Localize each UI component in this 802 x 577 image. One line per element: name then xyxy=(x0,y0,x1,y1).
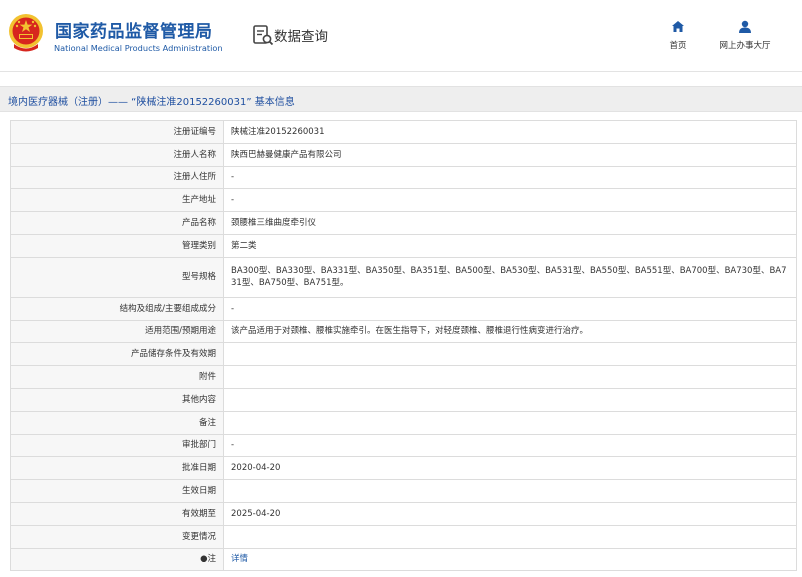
row-value: 陕西巴赫曼健康产品有限公司 xyxy=(223,142,797,167)
table-row: 注册人名称 陕西巴赫曼健康产品有限公司 xyxy=(10,142,797,167)
home-icon xyxy=(672,21,684,32)
table-row: 注册人住所 - xyxy=(10,165,797,190)
table-row: 备注 xyxy=(10,410,797,435)
site-name-cn: 国家药品监督管理局 xyxy=(55,22,213,42)
row-label: 适用范围/预期用途 xyxy=(10,319,224,344)
user-icon xyxy=(739,20,751,33)
nav-home-button[interactable]: 首页 xyxy=(664,20,692,51)
row-label: 备注 xyxy=(10,410,224,435)
national-emblem-icon xyxy=(9,14,43,52)
details-link[interactable]: 详情 xyxy=(231,554,248,564)
row-label: 附件 xyxy=(10,365,224,389)
row-value: 陕械注准20152260031 xyxy=(223,120,797,144)
table-row: 生效日期 xyxy=(10,479,797,503)
row-value xyxy=(223,387,797,412)
row-label: 审批部门 xyxy=(10,433,224,458)
row-value: 详情 xyxy=(223,547,797,572)
row-value xyxy=(223,479,797,503)
row-label: 生效日期 xyxy=(10,479,224,503)
row-value: 第二类 xyxy=(223,233,797,258)
row-label: 生产地址 xyxy=(10,188,224,213)
row-value: 2020-04-20 xyxy=(223,456,797,481)
row-value: - xyxy=(223,296,797,321)
row-value xyxy=(223,410,797,435)
nav-home-label: 首页 xyxy=(669,41,687,51)
row-label: 管理类别 xyxy=(10,233,224,258)
table-row: 审批部门 - xyxy=(10,433,797,458)
row-label: 产品储存条件及有效期 xyxy=(10,342,224,367)
row-label: 有效期至 xyxy=(10,501,224,526)
nav-service-hall-button[interactable]: 网上办事大厅 xyxy=(712,20,778,51)
row-label: 注册证编号 xyxy=(10,120,224,144)
table-row: 结构及组成/主要组成成分 - xyxy=(10,296,797,321)
table-row: 批准日期 2020-04-20 xyxy=(10,456,797,481)
table-row: 其他内容 xyxy=(10,387,797,412)
table-row: 型号规格 BA300型、BA330型、BA331型、BA350型、BA351型、B… xyxy=(10,256,797,298)
row-label: 型号规格 xyxy=(10,256,224,298)
table-row: ●注 详情 xyxy=(10,547,797,572)
table-row: 产品名称 颈腰椎三维曲度牵引仪 xyxy=(10,211,797,235)
site-header: 国家药品监督管理局 National Medical Products Admi… xyxy=(0,0,802,72)
page-title-bar: 境内医疗器械（注册）—— “陕械注准20152260031” 基本信息 xyxy=(0,86,802,112)
table-row: 生产地址 - xyxy=(10,188,797,213)
row-value: 2025-04-20 xyxy=(223,501,797,526)
row-label: 变更情况 xyxy=(10,524,224,549)
site-name-en: National Medical Products Administration xyxy=(54,43,223,53)
row-value: 该产品适用于对颈椎、腰椎实施牵引。在医生指导下，对轻度颈椎、腰椎退行性病变进行治… xyxy=(223,319,797,344)
document-search-icon xyxy=(253,25,274,46)
row-value: - xyxy=(223,433,797,458)
row-value: BA300型、BA330型、BA331型、BA350型、BA351型、BA500… xyxy=(223,256,797,298)
table-row: 管理类别 第二类 xyxy=(10,233,797,258)
query-title: 数据查询 xyxy=(274,29,328,45)
row-label: ●注 xyxy=(10,547,224,572)
row-label: 批准日期 xyxy=(10,456,224,481)
table-row: 适用范围/预期用途 该产品适用于对颈椎、腰椎实施牵引。在医生指导下，对轻度颈椎、腰… xyxy=(10,319,797,344)
row-label: 产品名称 xyxy=(10,211,224,235)
row-label: 结构及组成/主要组成成分 xyxy=(10,296,224,321)
row-value: - xyxy=(223,188,797,213)
row-label: 注册人住所 xyxy=(10,165,224,190)
registration-info-table: 注册证编号 陕械注准20152260031 注册人名称 陕西巴赫曼健康产品有限公司 注册… xyxy=(10,120,797,572)
table-row: 有效期至 2025-04-20 xyxy=(10,501,797,526)
row-value: - xyxy=(223,165,797,190)
row-value xyxy=(223,524,797,549)
row-label: 其他内容 xyxy=(10,387,224,412)
page-title: 境内医疗器械（注册）—— “陕械注准20152260031” 基本信息 xyxy=(8,97,295,108)
table-row: 注册证编号 陕械注准20152260031 xyxy=(10,120,797,144)
nav-hall-label: 网上办事大厅 xyxy=(719,41,771,51)
table-row: 变更情况 xyxy=(10,524,797,549)
row-value xyxy=(223,365,797,389)
table-row: 附件 xyxy=(10,365,797,389)
table-row: 产品储存条件及有效期 xyxy=(10,342,797,367)
row-value: 颈腰椎三维曲度牵引仪 xyxy=(223,211,797,235)
row-label: 注册人名称 xyxy=(10,142,224,167)
row-value xyxy=(223,342,797,367)
